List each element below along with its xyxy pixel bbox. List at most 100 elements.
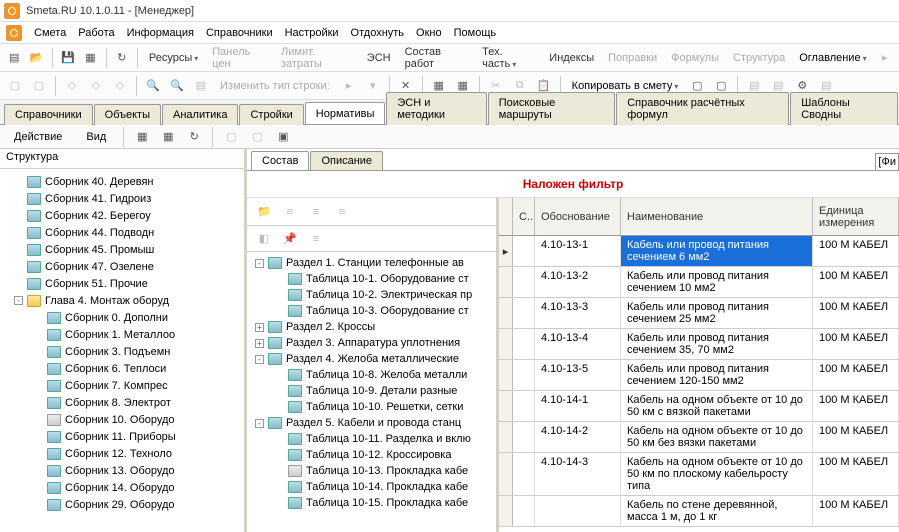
section-item[interactable]: Таблица 10-13. Прокладка кабе [247, 463, 496, 479]
section-item[interactable]: Таблица 10-14. Прокладка кабе [247, 479, 496, 495]
section-item[interactable]: +Раздел 3. Аппаратура уплотнения [247, 335, 496, 351]
section-item[interactable]: Таблица 10-3. Оборудование ст [247, 303, 496, 319]
table-row[interactable]: 4.10-13-5Кабель или провод питания сечен… [499, 360, 899, 391]
index-button[interactable]: Индексы [543, 52, 600, 64]
section-item[interactable]: -Раздел 4. Желоба металлические [247, 351, 496, 367]
section-item[interactable]: Таблица 10-9. Детали разные [247, 383, 496, 399]
tab-search-routes[interactable]: Поисковые маршруты [488, 92, 616, 125]
list4-icon: ≡ [305, 228, 327, 250]
col-obosnovanie[interactable]: Обоснование [535, 198, 621, 235]
menu-rabota[interactable]: Работа [78, 27, 114, 39]
tree-item[interactable]: Сборник 11. Приборы [0, 428, 244, 445]
tree-item[interactable]: Сборник 51. Прочие [0, 275, 244, 292]
tree-item[interactable]: Сборник 29. Оборудо [0, 496, 244, 513]
calc-icon[interactable]: ▦ [80, 47, 100, 69]
menu-window[interactable]: Окно [416, 27, 442, 39]
tree-item[interactable]: Сборник 14. Оборудо [0, 479, 244, 496]
table-row[interactable]: 4.10-13-3Кабель или провод питания сечен… [499, 298, 899, 329]
section-item[interactable]: -Раздел 5. Кабели и провода станц [247, 415, 496, 431]
tree-item[interactable]: Сборник 10. Оборудо [0, 411, 244, 428]
copy-smet-button[interactable]: Копировать в смету [566, 80, 685, 92]
table-row[interactable]: ▸4.10-13-1Кабель или провод питания сече… [499, 236, 899, 267]
tab-analytics[interactable]: Аналитика [162, 104, 238, 125]
tree-item[interactable]: Сборник 45. Промыш [0, 241, 244, 258]
tree-item[interactable]: Сборник 42. Берегоу [0, 207, 244, 224]
table-row[interactable]: 4.10-13-4Кабель или провод питания сечен… [499, 329, 899, 360]
refresh-icon[interactable]: ↻ [112, 47, 132, 69]
filter-chip[interactable]: [Фи [875, 153, 899, 170]
structure-tree[interactable]: Сборник 40. ДеревянСборник 41. ГидроизСб… [0, 169, 244, 532]
action-deistvie[interactable]: Действие [4, 131, 72, 143]
rtab-opisanie[interactable]: Описание [310, 151, 383, 170]
tree-item[interactable]: Сборник 12. Техноло [0, 445, 244, 462]
tree-item[interactable]: Сборник 47. Озелене [0, 258, 244, 275]
act-icon2[interactable]: ▦ [157, 126, 179, 148]
section-item[interactable]: Таблица 10-10. Решетки, сетки [247, 399, 496, 415]
section-item[interactable]: Таблица 10-11. Разделка и вклю [247, 431, 496, 447]
menu-help[interactable]: Помощь [454, 27, 497, 39]
tab-normativi[interactable]: Нормативы [305, 102, 386, 124]
tree-item[interactable]: -Глава 4. Монтаж оборуд [0, 292, 244, 309]
tree-item[interactable]: Сборник 7. Компрес [0, 377, 244, 394]
search-icon[interactable]: 🔍 [142, 75, 164, 97]
formuly: Формулы [665, 52, 725, 64]
tech-button[interactable]: Тех. часть [476, 46, 541, 70]
tree-item[interactable]: Сборник 41. Гидроиз [0, 190, 244, 207]
menu-sprav[interactable]: Справочники [206, 27, 273, 39]
section-item[interactable]: Таблица 10-12. Кроссировка [247, 447, 496, 463]
act-icon3[interactable]: ↻ [183, 126, 205, 148]
section-item[interactable]: +Раздел 2. Кроссы [247, 319, 496, 335]
action-row: Действие Вид ▦ ▦ ↻ ▢ ▢ ▣ [0, 125, 899, 149]
col-s[interactable]: С.. [513, 198, 535, 235]
menu-options[interactable]: Настройки [285, 27, 339, 39]
tree-item[interactable]: Сборник 8. Электрот [0, 394, 244, 411]
table-row[interactable]: 4.10-14-1Кабель на одном объекте от 10 д… [499, 391, 899, 422]
section-item[interactable]: Таблица 10-15. Прокладка кабе [247, 495, 496, 511]
type1-icon: ▸ [338, 75, 360, 97]
section-item[interactable]: Таблица 10-2. Электрическая пр [247, 287, 496, 303]
tree-item[interactable]: Сборник 13. Оборудо [0, 462, 244, 479]
tree-item[interactable]: Сборник 6. Теплоси [0, 360, 244, 377]
sections-tree[interactable]: -Раздел 1. Станции телефонные авТаблица … [247, 252, 496, 532]
section-item[interactable]: -Раздел 1. Станции телефонные ав [247, 255, 496, 271]
table-row[interactable]: 4.10-13-2Кабель или провод питания сечен… [499, 267, 899, 298]
save-icon[interactable]: 💾 [58, 47, 78, 69]
menu-smeta[interactable]: Смета [34, 27, 66, 39]
tab-esn[interactable]: ЭСН и методики [386, 92, 486, 125]
esn-button[interactable]: ЭСН [361, 52, 397, 64]
overflow-icon[interactable]: ▸ [875, 47, 895, 69]
oglav-button[interactable]: Оглавление [793, 52, 872, 64]
sostav-button[interactable]: Состав работ [399, 46, 475, 70]
menu-rest[interactable]: Отдохнуть [351, 27, 405, 39]
open-icon[interactable]: 📂 [26, 47, 46, 69]
act-icon1[interactable]: ▦ [131, 126, 153, 148]
col-naimen[interactable]: Наименование [621, 198, 813, 235]
new-icon[interactable]: ▤ [4, 47, 24, 69]
table-row[interactable]: Кабель по стене деревянной, масса 1 м, д… [499, 496, 899, 527]
grid-body[interactable]: ▸4.10-13-1Кабель или провод питания сече… [499, 236, 899, 532]
section-item[interactable]: Таблица 10-8. Желоба металли [247, 367, 496, 383]
resources-button[interactable]: Ресурсы [143, 52, 204, 64]
tree-item[interactable]: Сборник 40. Деревян [0, 173, 244, 190]
table-row[interactable]: 4.10-14-3Кабель на одном объекте от 10 д… [499, 453, 899, 496]
act-icon5: ▢ [246, 126, 268, 148]
tab-objects[interactable]: Объекты [94, 104, 161, 125]
menu-info[interactable]: Информация [127, 27, 194, 39]
tab-formula-ref[interactable]: Справочник расчётных формул [616, 92, 789, 125]
col-unit[interactable]: Единица измерения [813, 198, 899, 235]
action-vid[interactable]: Вид [76, 131, 116, 143]
tab-sprav[interactable]: Справочники [4, 104, 93, 125]
tree-item[interactable]: Сборник 0. Дополни [0, 309, 244, 326]
section-item[interactable]: Таблица 10-1. Оборудование ст [247, 271, 496, 287]
tab-stroiki[interactable]: Стройки [239, 104, 303, 125]
folder-up-icon[interactable]: 📁 [253, 201, 275, 223]
tree-item[interactable]: Сборник 3. Подъемн [0, 343, 244, 360]
rtab-sostav[interactable]: Состав [251, 151, 309, 170]
find-next-icon[interactable]: 🔍 [166, 75, 188, 97]
tree-item[interactable]: Сборник 1. Металлоо [0, 326, 244, 343]
act-icon6[interactable]: ▣ [272, 126, 294, 148]
tab-templates[interactable]: Шаблоны Сводны [790, 92, 898, 125]
tree-item[interactable]: Сборник 44. Подводн [0, 224, 244, 241]
table-row[interactable]: 4.10-14-2Кабель на одном объекте от 10 д… [499, 422, 899, 453]
sections-panel: 📁 ≡ ≡ ≡ ◧ 📌 ≡ -Раздел 1. Станции телефон… [247, 198, 499, 532]
